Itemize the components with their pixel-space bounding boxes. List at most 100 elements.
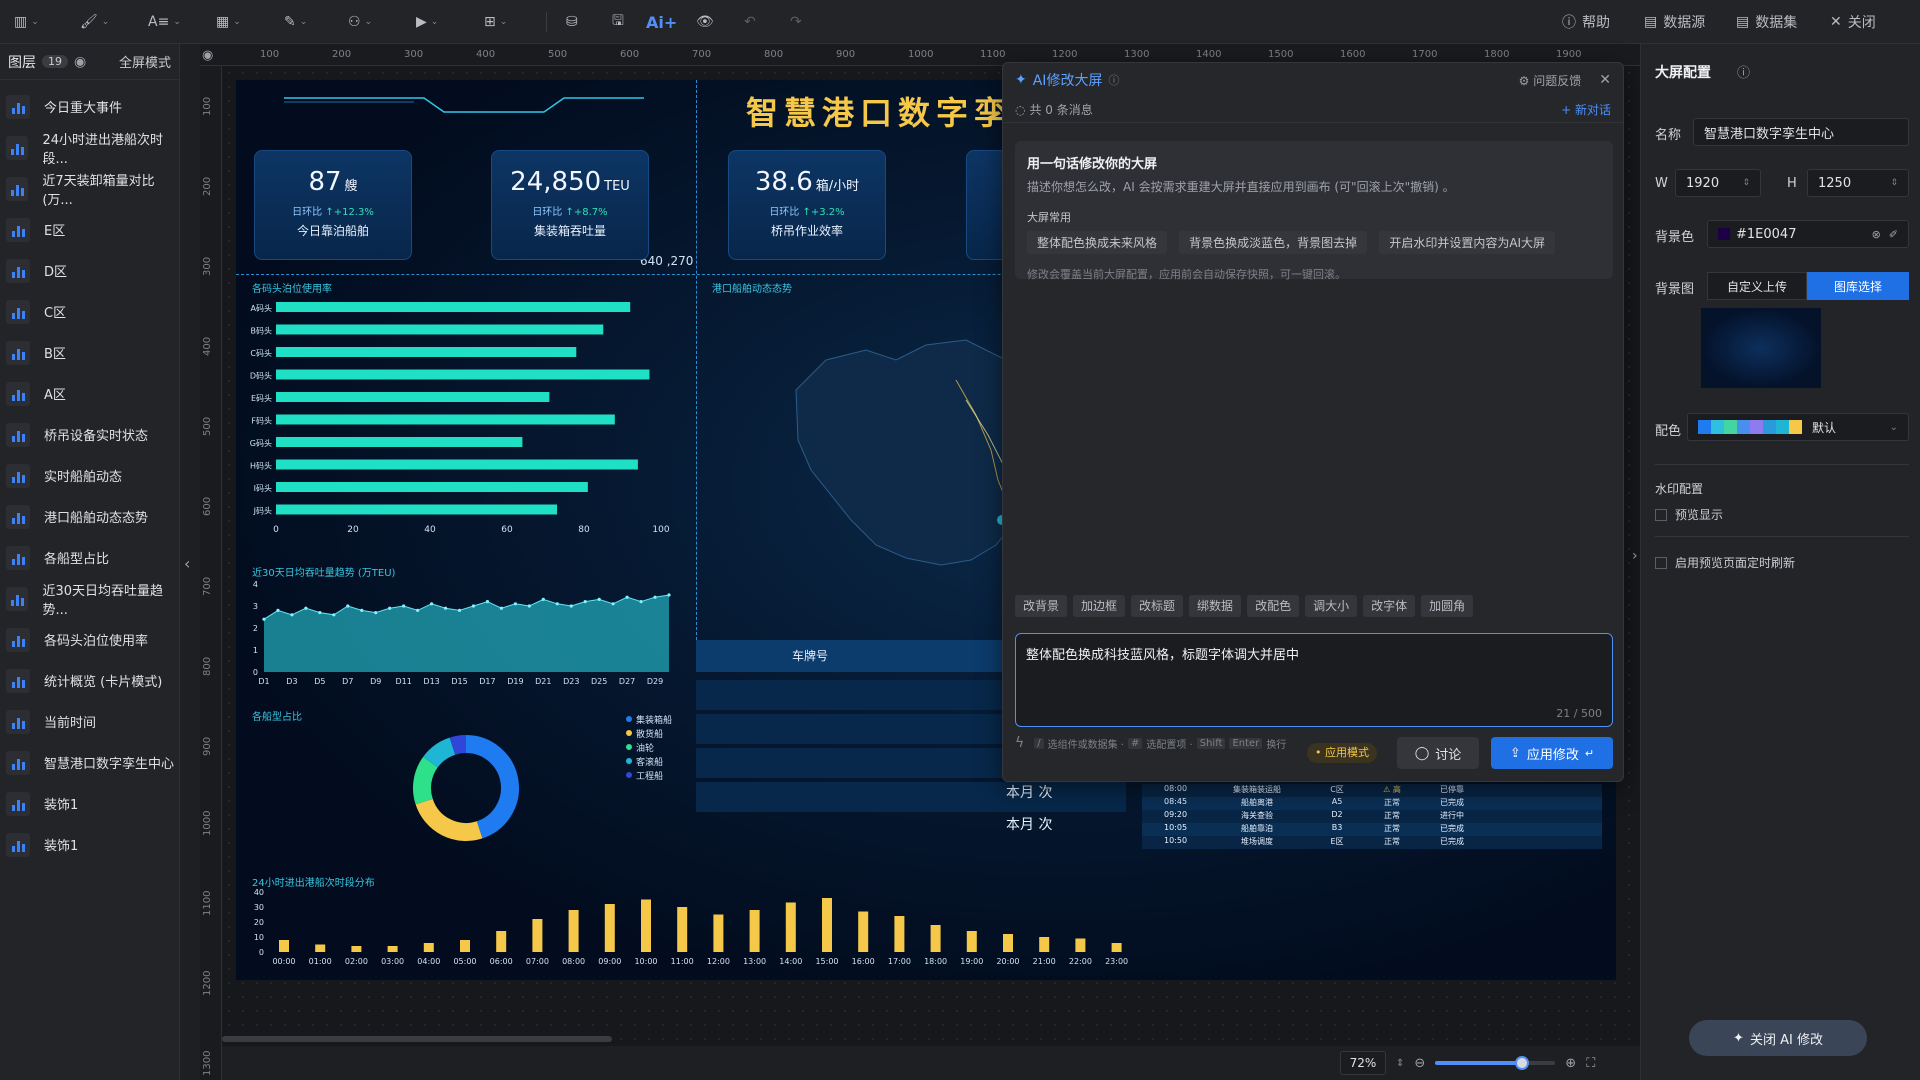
layer-item[interactable]: 智慧港口数字孪生中心 [0, 742, 179, 783]
redo-button[interactable]: ↷ [790, 10, 802, 34]
quick-chip[interactable]: 调大小 [1305, 595, 1358, 617]
example-chip[interactable]: 背景色换成淡蓝色，背景图去掉 [1179, 231, 1368, 254]
text-menu[interactable]: A≡ ⌄ [148, 10, 181, 34]
eyedropper-icon[interactable]: ✐ [1889, 228, 1898, 241]
hours-bar[interactable] [1003, 934, 1013, 952]
donut-slice[interactable] [465, 735, 519, 839]
layer-item[interactable]: 各码头泊位使用率 [0, 619, 179, 660]
trend-point[interactable] [304, 606, 308, 610]
berth-bar[interactable] [276, 324, 604, 335]
berth-bar[interactable] [276, 369, 650, 380]
layer-item[interactable]: 桥吊设备实时状态 [0, 414, 179, 455]
hours-bar[interactable] [496, 931, 507, 952]
trend-point[interactable] [555, 602, 559, 606]
trend-point[interactable] [513, 602, 517, 606]
hours-bar[interactable] [460, 940, 470, 952]
datasource-button[interactable]: ▤ 数据源 [1644, 12, 1705, 32]
layer-item[interactable]: D区 [0, 250, 179, 291]
donut-slice[interactable] [413, 756, 438, 805]
trend-point[interactable] [276, 608, 280, 612]
width-input[interactable]: 1920 ⇕ [1675, 169, 1761, 197]
hours-bar[interactable] [713, 914, 724, 953]
watermark-preview-checkbox[interactable]: 预览显示 [1655, 506, 1723, 523]
dataset-button[interactable]: ▤ 数据集 [1736, 12, 1797, 32]
trend-point[interactable] [457, 608, 462, 612]
layer-item[interactable]: B区 [0, 332, 179, 373]
collapse-left-icon[interactable]: ‹ [184, 554, 190, 573]
hours-bar[interactable] [641, 899, 651, 953]
zoom-slider-handle[interactable] [1514, 1056, 1529, 1070]
database-button[interactable]: ⛁ [566, 10, 578, 34]
apply-changes-button[interactable]: ⇪ 应用修改 ↵ [1491, 737, 1613, 769]
user-menu[interactable]: ⚇ ⌄ [348, 10, 372, 34]
zoom-in-icon[interactable]: ⊕ [1565, 1056, 1576, 1071]
trend-point[interactable] [332, 613, 336, 617]
trend-point[interactable] [569, 604, 573, 608]
layer-item[interactable]: 近30天日均吞吐量趋势... [0, 578, 179, 619]
hours-bar[interactable] [749, 910, 760, 952]
trend-point[interactable] [443, 606, 448, 610]
ship-type-donut[interactable] [406, 728, 526, 848]
hours-bar[interactable] [966, 931, 977, 952]
berth-bar[interactable] [276, 504, 558, 515]
hours-bar[interactable] [785, 902, 796, 953]
hours-bar[interactable] [423, 943, 434, 952]
example-chip[interactable]: 整体配色换成未来风格 [1027, 231, 1168, 254]
horizontal-scrollbar[interactable] [222, 1036, 612, 1042]
trend-area-chart[interactable]: 0 1 2 3 4 D1 D3 D5 D7 D9 D11 D13 D15 D17 D19 D21 D23 D25 D… [246, 578, 676, 688]
quick-chip[interactable]: 改标题 [1131, 595, 1184, 617]
trend-point[interactable] [360, 608, 364, 612]
ai-prompt-input[interactable]: 整体配色换成科技蓝风格，标题字体调大并居中 21 / 500 [1015, 633, 1613, 727]
trend-point[interactable] [262, 617, 266, 621]
feedback-button[interactable]: ⚙ 问题反馈 [1519, 72, 1582, 89]
hours-bar[interactable] [930, 925, 941, 952]
hours-bar[interactable] [1039, 937, 1050, 952]
layer-item[interactable]: E区 [0, 209, 179, 250]
hours-bar[interactable] [532, 919, 543, 952]
gallery-tab[interactable]: 图库选择 [1807, 272, 1909, 300]
component-menu[interactable]: ⊞ ⌄ [484, 10, 507, 34]
quick-chip[interactable]: 改背景 [1015, 595, 1068, 617]
ai-button[interactable]: Ai+ [646, 10, 677, 34]
apply-mode-badge[interactable]: • 应用模式 [1307, 743, 1377, 763]
berth-bar[interactable] [276, 482, 588, 492]
trend-point[interactable] [374, 611, 378, 615]
zoom-slider[interactable] [1435, 1056, 1556, 1070]
berth-bar-chart[interactable]: A码头 B码头 C码头 D码头 E码头 F码头 G码头 H码头 I码头 J码头0 20 40 60 80 1… [246, 294, 676, 564]
trend-point[interactable] [667, 593, 671, 597]
berth-bar[interactable] [276, 459, 638, 470]
quick-chip[interactable]: 改配色 [1247, 595, 1300, 617]
berth-bar[interactable] [276, 437, 523, 447]
table-menu[interactable]: ▦ ⌄ [216, 10, 241, 34]
stat-card[interactable]: 38.6 箱/小时 日环比 ↑+3.2% 桥吊作业效率 [728, 150, 886, 260]
layer-item[interactable]: C区 [0, 291, 179, 332]
trend-point[interactable] [346, 604, 350, 608]
layer-item[interactable]: 装饰1 [0, 824, 179, 865]
zoom-stepper-icon[interactable]: ⇕ [1396, 1058, 1404, 1069]
eye-icon[interactable]: ◉ [74, 54, 86, 70]
height-input[interactable]: 1250 ⇕ [1807, 169, 1909, 197]
help-icon[interactable]: ⓘ [1737, 62, 1750, 81]
format-menu[interactable]: 🖌 ⌄ [80, 10, 109, 34]
layer-item[interactable]: 统计概览 (卡片模式) [0, 660, 179, 701]
stepper-icon[interactable]: ⇕ [1742, 178, 1750, 188]
media-menu[interactable]: ▶ ⌄ [416, 10, 438, 34]
palette-select[interactable]: 默认 ⌄ [1687, 413, 1909, 441]
help-button[interactable]: ⓘ 帮助 [1562, 12, 1610, 32]
donut-slice[interactable] [423, 737, 456, 768]
fit-screen-icon[interactable]: ⛶ [1586, 1056, 1595, 1071]
auto-refresh-checkbox[interactable]: 启用预览页面定时刷新 [1655, 554, 1795, 571]
eye-icon[interactable]: ◉ [202, 48, 213, 63]
hours-bar[interactable] [351, 946, 362, 952]
collapse-right-icon[interactable]: › [1632, 548, 1638, 564]
stat-card[interactable]: 87 艘 日环比 ↑+12.3% 今日靠泊船舶 [254, 150, 412, 260]
trend-point[interactable] [429, 602, 434, 606]
undo-button[interactable]: ↶ [744, 10, 756, 34]
hours-bar[interactable] [677, 907, 688, 952]
preview-button[interactable]: 👁 [696, 10, 714, 34]
edit-menu[interactable]: ✎ ⌄ [284, 10, 307, 34]
trend-point[interactable] [499, 606, 504, 610]
stepper-icon[interactable]: ⇕ [1890, 178, 1898, 188]
trend-point[interactable] [416, 608, 420, 612]
trend-point[interactable] [625, 595, 629, 599]
